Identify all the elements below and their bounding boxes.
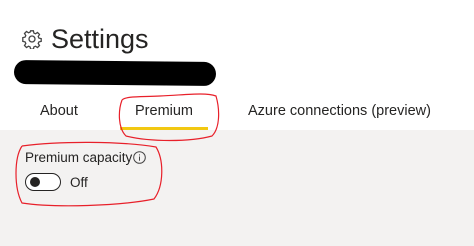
toggle-knob: [30, 177, 40, 187]
premium-capacity-toggle[interactable]: [25, 173, 61, 191]
premium-capacity-label-row: Premium capacity: [25, 150, 147, 165]
gear-icon: [22, 29, 42, 49]
tab-bar: About Premium Azure connections (preview…: [0, 100, 474, 130]
tab-about[interactable]: About: [40, 100, 78, 122]
info-icon[interactable]: [133, 151, 147, 164]
tab-premium[interactable]: Premium: [135, 100, 193, 122]
title-row: Settings: [22, 22, 149, 56]
settings-header: Settings About Premium Azure connections…: [0, 0, 474, 130]
premium-capacity-label: Premium capacity: [25, 150, 133, 165]
tab-azure-connections[interactable]: Azure connections (preview): [248, 100, 431, 122]
page-title: Settings: [51, 24, 149, 54]
redaction-mark: [13, 59, 217, 87]
toggle-state-label: Off: [70, 175, 88, 190]
